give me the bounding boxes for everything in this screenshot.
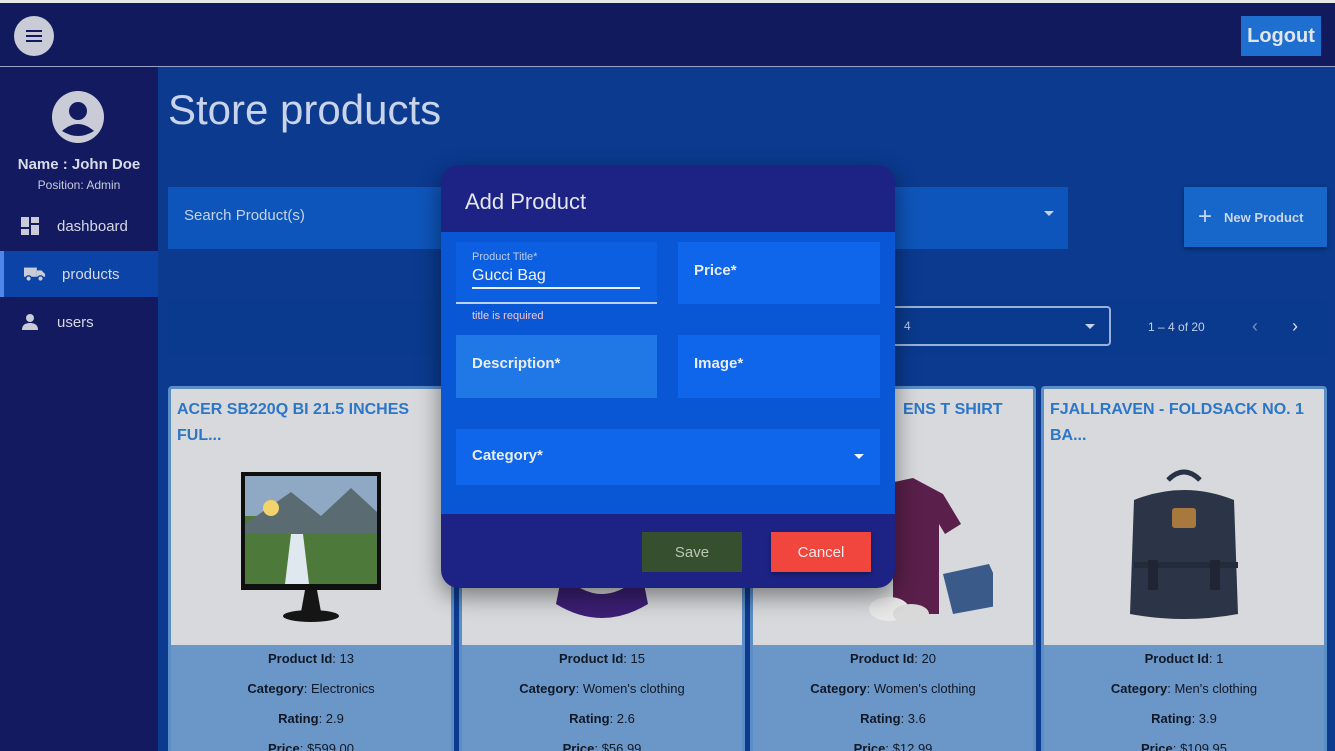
image-field[interactable]: Image* [678,335,880,398]
title-error-text: title is required [472,310,544,322]
monitor-image [171,459,451,639]
price-label: Price* [694,262,737,279]
rating-label: Rating [278,711,319,726]
price-label: Price [853,741,886,751]
sidebar-item-users[interactable]: users [0,299,158,345]
rating-label: Rating [1151,711,1192,726]
card-image-area: FJALLRAVEN - FOLDSACK NO. 1 BA... [1044,389,1324,645]
user-name: Name : John Doe [17,156,141,173]
chevron-down-icon [1085,324,1095,329]
save-button[interactable]: Save [642,532,742,572]
product-category: Electronics [311,681,375,696]
price-field[interactable]: Price* [678,242,880,304]
product-price: $599.00 [307,741,355,751]
category-select[interactable]: Category* [456,429,880,485]
plus-icon: + [1198,203,1213,230]
product-title: ACER SB220Q BI 21.5 INCHES FUL... [177,401,410,444]
add-product-dialog: Add Product Product Title* Gucci Bag tit… [441,165,895,588]
product-id: 15 [630,651,645,666]
items-per-page-select[interactable]: 4 [888,306,1111,346]
category-label: Category [810,681,867,696]
sidebar-item-label: dashboard [57,217,128,235]
description-label: Description* [472,355,561,372]
product-id-label: Product Id [850,651,915,666]
product-id-label: Product Id [1144,651,1209,666]
price-label: Price [1140,741,1173,751]
rating-label: Rating [569,711,610,726]
chevron-down-icon [854,454,864,459]
price-label: Price [267,741,300,751]
sidebar-item-label: users [57,313,94,331]
product-title-label: Product Title* [472,251,538,263]
product-id: 13 [339,651,354,666]
product-rating: 3.6 [907,711,926,726]
menu-button[interactable] [14,16,54,56]
dialog-form: Product Title* Gucci Bag title is requir… [441,232,895,514]
new-product-button[interactable]: + New Product [1184,187,1327,247]
category-label: Category [519,681,576,696]
product-price: $12.99 [892,741,933,751]
product-category: Women's clothing [873,681,976,696]
product-info: Product Id: 1 Category: Men's clothing R… [1044,651,1324,751]
page-range-label: 1 – 4 of 20 [1148,320,1205,334]
product-info: Product Id: 15 Category: Women's clothin… [462,651,742,751]
product-title-field[interactable]: Product Title* Gucci Bag [456,242,657,304]
items-per-page-value: 4 [904,319,911,333]
card-image-area: ACER SB220Q BI 21.5 INCHES FUL... [171,389,451,645]
chevron-down-icon[interactable] [1044,211,1054,216]
product-id: 20 [921,651,936,666]
product-info: Product Id: 20 Category: Women's clothin… [753,651,1033,751]
product-title: FJALLRAVEN - FOLDSACK NO. 1 BA... [1050,401,1304,444]
next-page-icon[interactable]: › [1292,316,1298,337]
hamburger-icon [26,30,42,42]
account-circle-icon [52,91,104,143]
product-price: $56.99 [601,741,642,751]
person-icon [19,311,41,333]
backpack-image [1044,459,1324,639]
cancel-button[interactable]: Cancel [771,532,871,572]
product-rating: 2.9 [325,711,344,726]
product-card[interactable]: ACER SB220Q BI 21.5 INCHES FUL... Produc… [168,386,454,751]
previous-page-icon[interactable]: ‹ [1252,316,1258,337]
price-label: Price [562,741,595,751]
sidebar-item-label: products [62,265,120,283]
page-title: Store products [168,86,442,133]
product-info: Product Id: 13 Category: Electronics Rat… [171,651,451,751]
rating-label: Rating [860,711,901,726]
category-label: Category* [472,447,543,464]
sidebar-item-dashboard[interactable]: dashboard [0,203,158,249]
product-category: Men's clothing [1174,681,1258,696]
description-field[interactable]: Description* [456,335,657,398]
sidebar: Name : John Doe Position: Admin dashboar… [0,67,158,751]
product-title: ENS T SHIRT [903,401,1003,418]
user-position: Position: Admin [37,178,121,192]
logout-button[interactable]: Logout [1241,16,1321,56]
category-label: Category [247,681,304,696]
product-category: Women's clothing [582,681,685,696]
dialog-title: Add Product [465,189,587,214]
product-card[interactable]: FJALLRAVEN - FOLDSACK NO. 1 BA... Produc… [1041,386,1327,751]
sidebar-item-products[interactable]: products [0,251,158,297]
new-product-label: New Product [1224,209,1304,225]
search-placeholder: Search Product(s) [184,207,305,224]
product-rating: 3.9 [1198,711,1217,726]
product-price: $109.95 [1180,741,1228,751]
image-label: Image* [694,355,744,372]
category-label: Category [1110,681,1168,696]
product-id-label: Product Id [559,651,624,666]
product-id-label: Product Id [268,651,333,666]
dashboard-icon [19,215,41,237]
product-id: 1 [1216,651,1224,666]
truck-icon [24,263,46,285]
product-title-value: Gucci Bag [472,267,640,289]
product-rating: 2.6 [616,711,635,726]
top-app-bar: Logout [0,0,1335,67]
